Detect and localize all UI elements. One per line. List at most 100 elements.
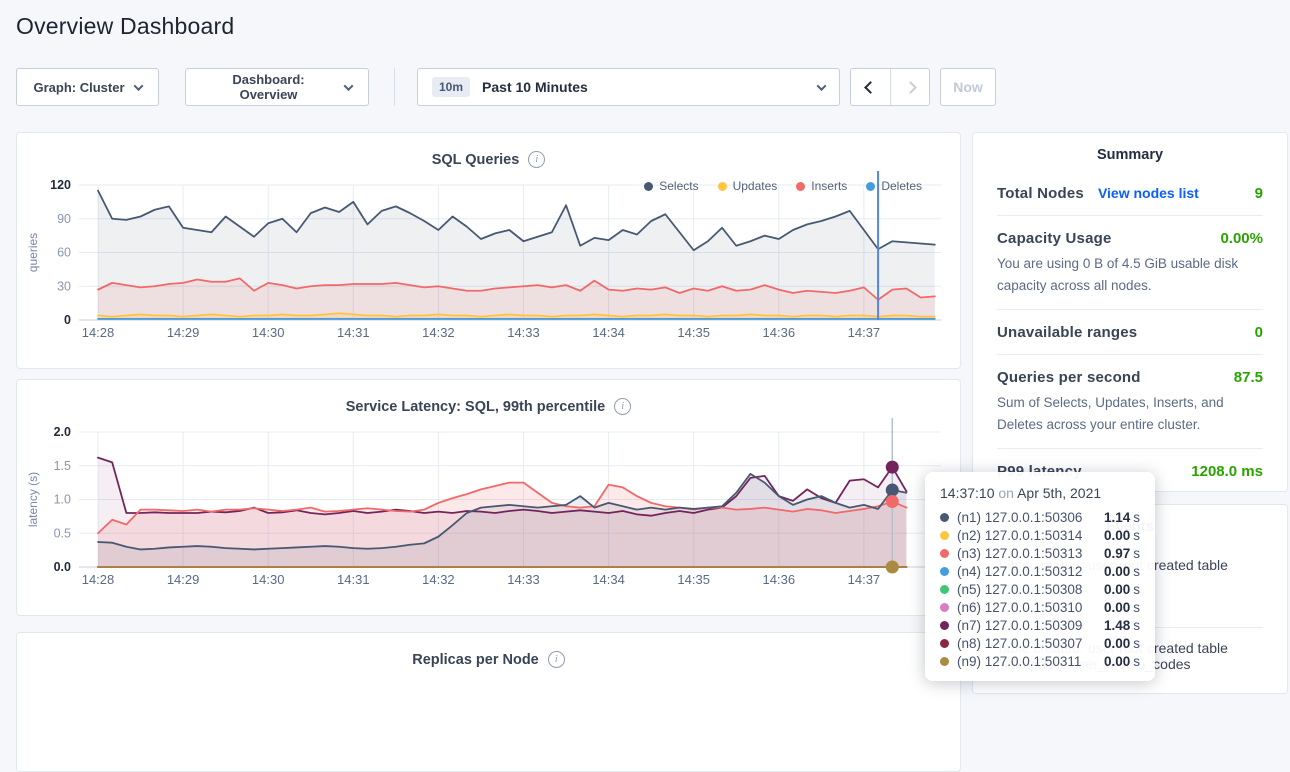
node-latency-value: 1.14 (1104, 510, 1130, 525)
node-address: (n5) 127.0.0.1:50308 (957, 582, 1082, 597)
legend-label: Inserts (811, 179, 847, 193)
tooltip-node-row: (n6) 127.0.0.1:503100.00s (940, 598, 1140, 616)
node-latency-unit: s (1133, 582, 1140, 597)
node-latency-unit: s (1133, 546, 1140, 561)
svg-text:14:29: 14:29 (167, 325, 200, 340)
svg-text:0.0: 0.0 (54, 560, 71, 574)
time-next-button[interactable] (890, 69, 929, 105)
legend-dot (796, 182, 805, 191)
svg-text:14:35: 14:35 (677, 325, 710, 340)
svg-text:14:30: 14:30 (252, 325, 285, 340)
tooltip-date: Apr 5th, 2021 (1017, 485, 1101, 501)
summary-title: Summary (997, 147, 1263, 171)
tooltip-time: 14:37:10 (940, 485, 995, 501)
svg-text:queries: queries (26, 233, 40, 272)
svg-text:14:34: 14:34 (592, 325, 625, 340)
svg-text:14:32: 14:32 (422, 572, 455, 587)
node-color-dot (940, 549, 949, 558)
graph-scope-dropdown[interactable]: Graph: Cluster (16, 68, 159, 106)
sql-queries-panel: SQL Queries i SelectsUpdatesInsertsDelet… (16, 132, 961, 369)
svg-text:2.0: 2.0 (54, 425, 71, 439)
controls-divider (394, 68, 395, 106)
summary-stat-head: Unavailable ranges0 (997, 324, 1263, 341)
summary-stat-row: Capacity Usage0.00%You are using 0 B of … (997, 215, 1263, 309)
time-range-picker[interactable]: 10m Past 10 Minutes (417, 68, 840, 106)
node-latency-unit: s (1133, 510, 1140, 525)
service-latency-chart[interactable]: 14:2814:2914:3014:3114:3214:3314:3414:35… (17, 418, 960, 600)
replicas-per-node-title: Replicas per Node (412, 652, 539, 668)
svg-text:14:32: 14:32 (422, 325, 455, 340)
legend-dot (718, 182, 727, 191)
node-color-dot (940, 603, 949, 612)
node-color-dot (940, 531, 949, 540)
chevron-left-icon (864, 81, 877, 94)
summary-stat-label: Capacity Usage (997, 230, 1112, 247)
dashboard-dropdown[interactable]: Dashboard: Overview (185, 68, 369, 106)
svg-text:120: 120 (50, 178, 71, 192)
now-button[interactable]: Now (940, 68, 996, 106)
summary-stat-head: Total NodesView nodes list9 (997, 185, 1263, 202)
tooltip-node-row: (n9) 127.0.0.1:503110.00s (940, 652, 1140, 670)
svg-text:14:33: 14:33 (507, 572, 540, 587)
graph-scope-label: Graph: Cluster (33, 80, 124, 95)
svg-text:14:37: 14:37 (848, 572, 881, 587)
svg-text:14:36: 14:36 (763, 572, 796, 587)
node-color-dot (940, 585, 949, 594)
svg-text:0.5: 0.5 (54, 526, 71, 540)
time-range-badge: 10m (432, 77, 470, 97)
svg-text:14:28: 14:28 (82, 572, 115, 587)
tooltip-node-row: (n2) 127.0.0.1:503140.00s (940, 526, 1140, 544)
svg-text:14:29: 14:29 (167, 572, 200, 587)
summary-stat-head: Capacity Usage 0.00% (997, 230, 1263, 247)
chevron-down-icon (817, 81, 827, 91)
service-latency-title: Service Latency: SQL, 99th percentile (346, 399, 606, 415)
node-latency-unit: s (1133, 528, 1140, 543)
node-latency-value: 0.00 (1104, 600, 1130, 615)
info-icon[interactable]: i (528, 151, 545, 168)
summary-stat-label: Total Nodes (997, 185, 1084, 202)
legend-item-updates: Updates (718, 179, 778, 193)
legend-item-deletes: Deletes (866, 179, 922, 193)
time-prev-button[interactable] (851, 69, 890, 105)
view-nodes-list-link[interactable]: View nodes list (1098, 185, 1199, 201)
svg-text:14:35: 14:35 (677, 572, 710, 587)
summary-stat-value: 1208.0 ms (1191, 463, 1263, 480)
svg-text:latency (s): latency (s) (26, 472, 40, 527)
legend-label: Updates (733, 179, 778, 193)
time-range-label: Past 10 Minutes (482, 79, 588, 95)
tooltip-on: on (995, 485, 1018, 501)
node-latency-value: 0.00 (1104, 654, 1130, 669)
tooltip-rows: (n1) 127.0.0.1:503061.14s(n2) 127.0.0.1:… (940, 508, 1140, 670)
summary-stat-value: 0.00% (1220, 230, 1263, 247)
info-icon[interactable]: i (548, 651, 565, 668)
service-latency-panel: Service Latency: SQL, 99th percentile i … (16, 379, 961, 616)
svg-text:30: 30 (57, 279, 71, 293)
svg-text:1.5: 1.5 (54, 459, 71, 473)
node-address: (n7) 127.0.0.1:50309 (957, 618, 1082, 633)
node-color-dot (940, 567, 949, 576)
chevron-down-icon (344, 81, 354, 91)
legend-item-inserts: Inserts (796, 179, 847, 193)
dashboard-label: Dashboard: Overview (202, 72, 335, 102)
sql-queries-legend: Selects Updates Inserts Deletes (644, 179, 922, 193)
chevron-right-icon (904, 81, 917, 94)
svg-text:14:34: 14:34 (592, 572, 625, 587)
page-title: Overview Dashboard (16, 13, 234, 40)
node-address: (n1) 127.0.0.1:50306 (957, 510, 1082, 525)
sql-queries-chart[interactable]: 14:2814:2914:3014:3114:3214:3314:3414:35… (17, 171, 960, 353)
svg-text:14:30: 14:30 (252, 572, 285, 587)
legend-item-selects: Selects (644, 179, 698, 193)
summary-stats: Total NodesView nodes list9Capacity Usag… (997, 171, 1263, 493)
tooltip-node-row: (n3) 127.0.0.1:503130.97s (940, 544, 1140, 562)
svg-text:14:33: 14:33 (507, 325, 540, 340)
node-address: (n4) 127.0.0.1:50312 (957, 564, 1082, 579)
node-address: (n8) 127.0.0.1:50307 (957, 636, 1082, 651)
node-latency-unit: s (1133, 564, 1140, 579)
node-address: (n3) 127.0.0.1:50313 (957, 546, 1082, 561)
chevron-down-icon (133, 81, 143, 91)
info-icon[interactable]: i (614, 398, 631, 415)
summary-stat-row: Total NodesView nodes list9 (997, 171, 1263, 215)
node-color-dot (940, 639, 949, 648)
summary-stat-value: 0 (1255, 324, 1263, 341)
node-color-dot (940, 513, 949, 522)
